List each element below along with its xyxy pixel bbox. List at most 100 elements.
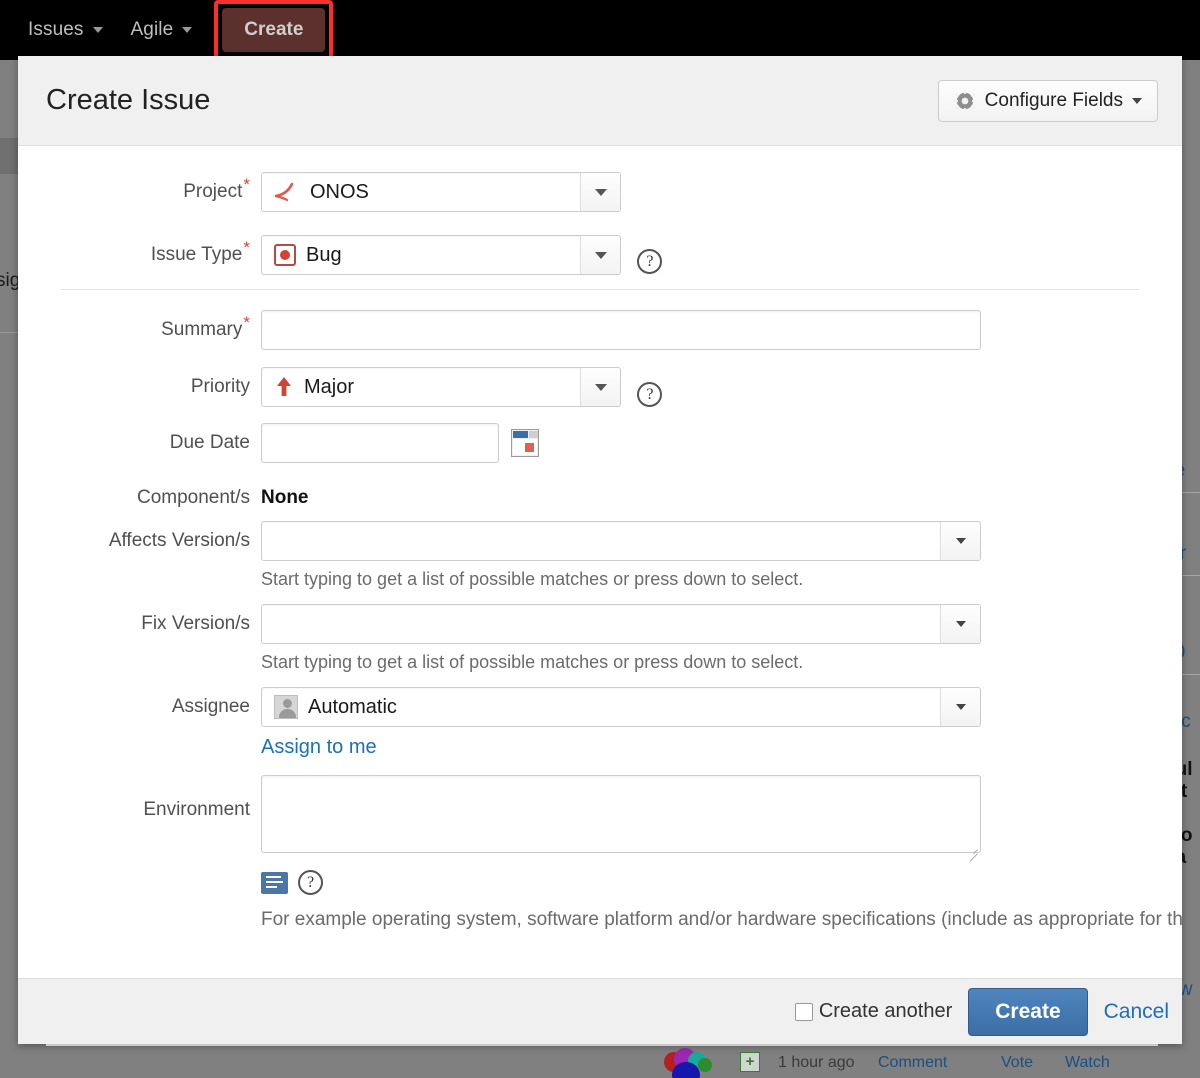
fix-versions-label-text: Fix Version/s: [141, 613, 250, 634]
add-icon[interactable]: +: [740, 1052, 760, 1072]
affects-versions-control: Start typing to get a list of possible m…: [261, 521, 1182, 590]
chevron-down-icon: [1132, 98, 1142, 104]
environment-textarea-wrapper: [261, 775, 981, 858]
fix-versions-control: Start typing to get a list of possible m…: [261, 604, 1182, 673]
due-date-label-text: Due Date: [170, 432, 250, 453]
project-select[interactable]: ONOS: [261, 172, 621, 212]
avatar-icon: [274, 695, 298, 719]
chevron-down-icon: [956, 538, 966, 544]
create-button-wrapper: Create: [222, 8, 325, 52]
priority-select[interactable]: Major: [261, 367, 621, 407]
components-control: None: [261, 478, 1182, 509]
watch-link[interactable]: Watch: [1065, 1054, 1110, 1072]
create-issue-dialog: Create Issue: [18, 56, 1182, 1044]
cancel-button[interactable]: Cancel: [1104, 1000, 1169, 1024]
priority-value: Major: [304, 376, 354, 399]
create-nav-button[interactable]: Create: [222, 8, 325, 52]
summary-control: [261, 310, 1182, 350]
environment-label-text: Environment: [143, 799, 250, 820]
comment-link[interactable]: Comment: [878, 1054, 947, 1072]
fix-versions-label: Fix Version/s: [18, 604, 261, 635]
question-mark-icon[interactable]: ?: [637, 382, 662, 407]
issue-type-select[interactable]: Bug: [261, 235, 621, 275]
create-submit-button[interactable]: Create: [968, 988, 1087, 1036]
chevron-down-icon: [595, 384, 607, 391]
affects-versions-select[interactable]: [261, 521, 981, 561]
issue-type-control: Bug ?: [261, 235, 1182, 275]
dialog-header: Create Issue: [18, 56, 1182, 146]
project-label-text: Project: [183, 181, 242, 202]
nav-item-label: Issues: [28, 19, 84, 41]
gear-icon: [954, 90, 976, 112]
chevron-down-icon: [956, 704, 966, 710]
create-another-checkbox-wrapper[interactable]: Create another: [795, 1000, 952, 1023]
assignee-control: Automatic Assign to me: [261, 687, 1182, 759]
fix-versions-select[interactable]: [261, 604, 981, 644]
create-another-label: Create another: [819, 1000, 952, 1023]
affects-versions-hint: Start typing to get a list of possible m…: [261, 569, 1182, 590]
due-date-input[interactable]: [261, 423, 499, 463]
summary-input[interactable]: [261, 310, 981, 350]
calendar-icon[interactable]: [511, 429, 539, 457]
affects-versions-dropdown-arrow[interactable]: [940, 522, 980, 560]
question-mark-icon[interactable]: ?: [637, 249, 662, 274]
assignee-label-text: Assignee: [172, 696, 250, 717]
environment-control: ? For example operating system, software…: [261, 775, 1182, 931]
chevron-down-icon: [595, 189, 607, 196]
top-navigation-bar: Issues Agile Create: [0, 0, 1200, 60]
field-row-due-date: Due Date: [18, 423, 1182, 463]
field-row-affects-versions: Affects Version/s Start typing to get a …: [18, 521, 1182, 590]
required-indicator: *: [243, 313, 250, 332]
components-value: None: [261, 478, 1182, 509]
chevron-down-icon: [182, 27, 192, 33]
onos-project-icon: [274, 180, 300, 204]
assignee-label: Assignee: [18, 687, 261, 718]
priority-control: Major ?: [261, 367, 1182, 407]
dialog-body: Project* ONOS: [18, 146, 1182, 978]
page-root: sig he ter "p 20 t" c nul Int Flo ba iew: [0, 0, 1200, 1078]
wiki-markup-icon[interactable]: [261, 872, 288, 894]
priority-dropdown-arrow[interactable]: [580, 368, 620, 406]
affects-versions-label: Affects Version/s: [18, 521, 261, 552]
affects-versions-label-text: Affects Version/s: [109, 530, 250, 551]
required-indicator: *: [243, 175, 250, 194]
assign-to-me-link[interactable]: Assign to me: [261, 736, 1182, 759]
nav-item-agile[interactable]: Agile: [117, 9, 207, 51]
project-label: Project*: [18, 172, 261, 203]
background-bottom-bar: + 1 hour ago Comment Vote Watch: [0, 1046, 1200, 1078]
required-indicator: *: [243, 238, 250, 257]
create-another-checkbox[interactable]: [795, 1003, 813, 1021]
assignee-dropdown-arrow[interactable]: [940, 688, 980, 726]
dialog-title: Create Issue: [46, 84, 210, 117]
question-mark-icon[interactable]: ?: [298, 870, 323, 895]
fix-versions-dropdown-arrow[interactable]: [940, 605, 980, 643]
fix-versions-hint: Start typing to get a list of possible m…: [261, 652, 1182, 673]
field-row-components: Component/s None: [18, 478, 1182, 509]
environment-label: Environment: [18, 775, 261, 821]
nav-item-label: Agile: [131, 19, 174, 41]
priority-label-text: Priority: [191, 376, 250, 397]
chevron-down-icon: [93, 27, 103, 33]
nav-item-issues[interactable]: Issues: [14, 9, 117, 51]
field-row-project: Project* ONOS: [18, 172, 1182, 212]
chevron-down-icon: [956, 621, 966, 627]
assignee-select[interactable]: Automatic: [261, 687, 981, 727]
environment-toolbar: ?: [261, 870, 1182, 895]
vote-link[interactable]: Vote: [1001, 1054, 1033, 1072]
due-date-control: [261, 423, 1182, 463]
chevron-down-icon: [595, 252, 607, 259]
summary-label-text: Summary: [161, 319, 242, 340]
field-row-issue-type: Issue Type* Bug ?: [18, 235, 1182, 275]
environment-hint: For example operating system, software p…: [261, 909, 1182, 931]
section-divider: [61, 289, 1139, 290]
due-date-label: Due Date: [18, 423, 261, 454]
environment-textarea[interactable]: [261, 775, 981, 853]
bug-icon: [274, 244, 296, 266]
issue-type-dropdown-arrow[interactable]: [580, 236, 620, 274]
timestamp: 1 hour ago: [778, 1054, 855, 1072]
project-dropdown-arrow[interactable]: [580, 173, 620, 211]
configure-fields-button[interactable]: Configure Fields: [938, 80, 1158, 122]
project-control: ONOS: [261, 172, 1182, 212]
configure-fields-label: Configure Fields: [985, 90, 1123, 112]
field-row-assignee: Assignee Automatic Assign to me: [18, 687, 1182, 759]
